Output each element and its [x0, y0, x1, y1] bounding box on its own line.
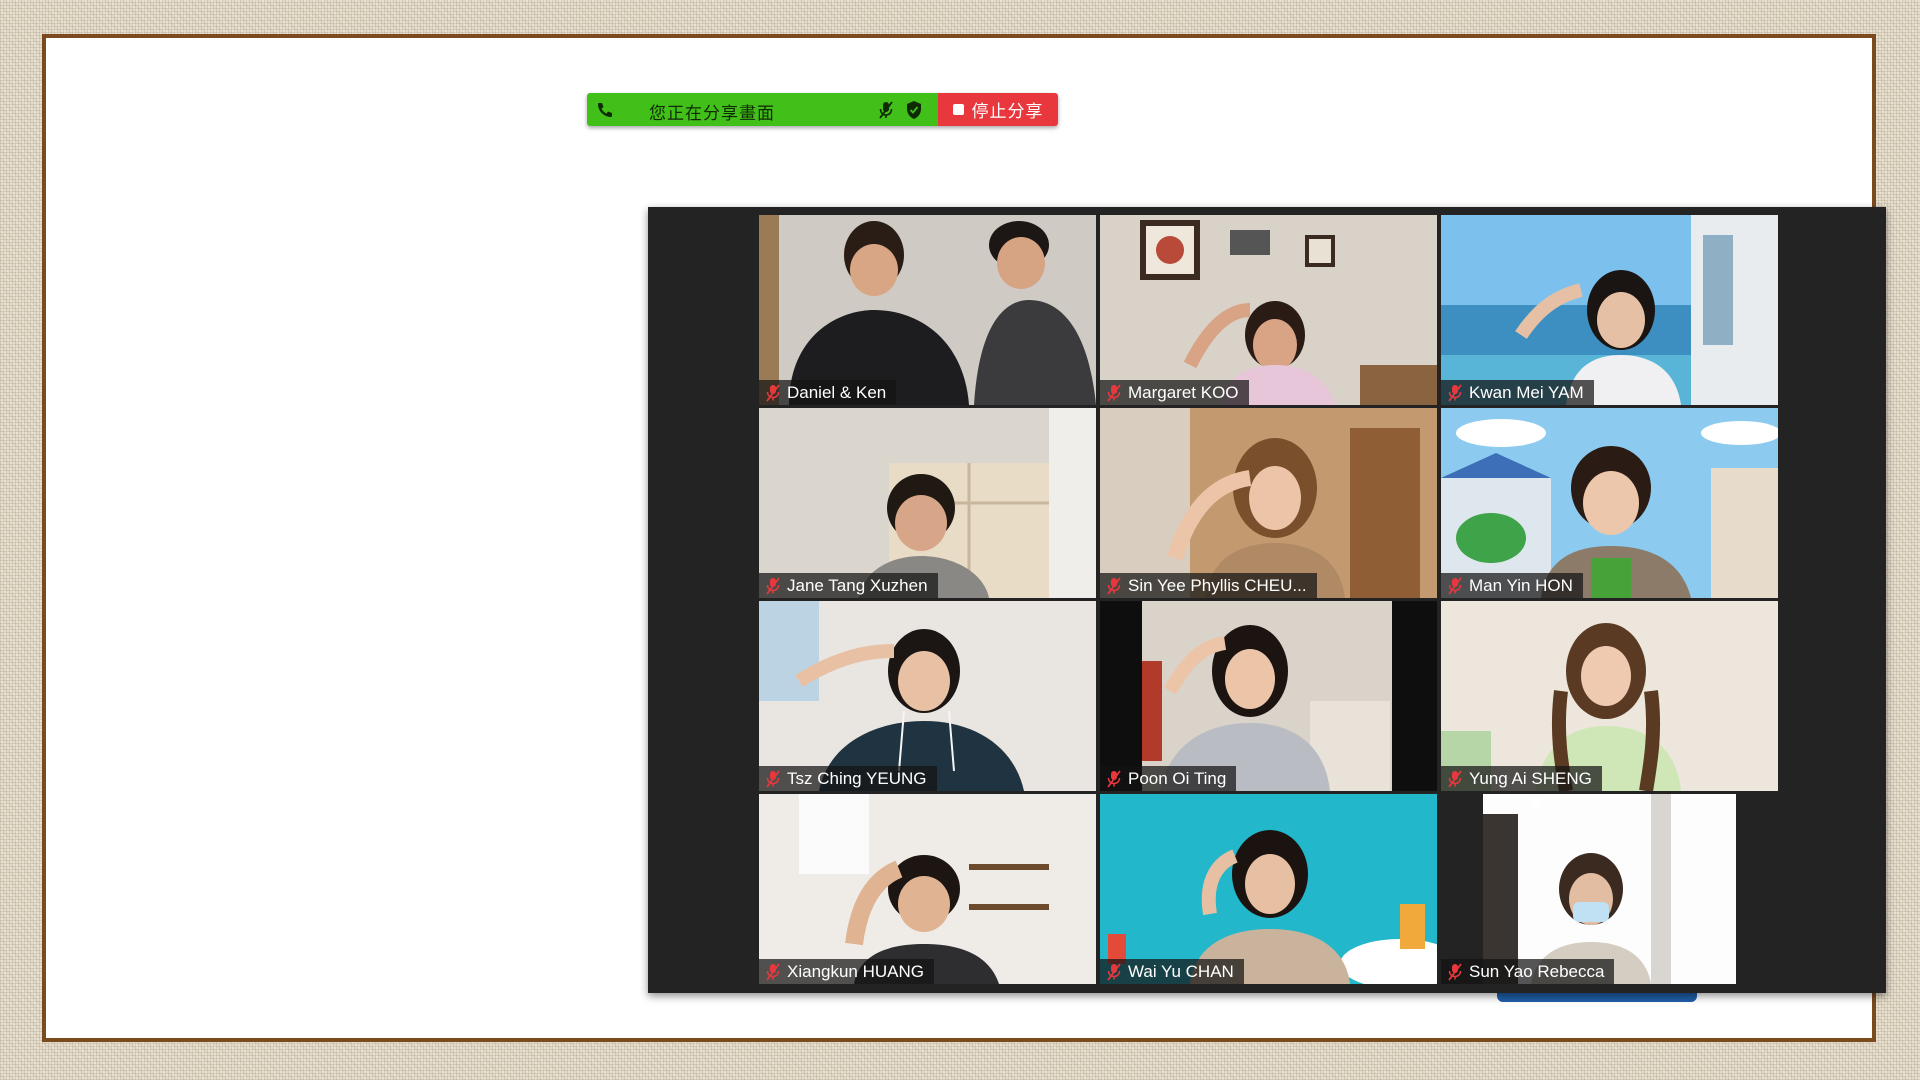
participant-name-tag: Jane Tang Xuzhen [759, 573, 938, 598]
mic-muted-icon [1107, 383, 1121, 402]
video-feed [1441, 601, 1778, 791]
mic-muted-icon [1448, 383, 1462, 402]
video-feed [1100, 601, 1437, 791]
video-feed [759, 794, 1096, 984]
stop-share-button[interactable]: 停止分享 [938, 93, 1058, 126]
participant-name: Sin Yee Phyllis CHEU... [1128, 575, 1307, 595]
participant-name-tag: Kwan Mei YAM [1441, 380, 1594, 405]
participant-name-tag: Tsz Ching YEUNG [759, 766, 937, 791]
video-feed [759, 215, 1096, 405]
video-feed [1100, 408, 1437, 598]
video-tile[interactable]: Yung Ai SHENG [1441, 601, 1778, 791]
mic-muted-icon[interactable] [877, 100, 895, 120]
participant-name: Kwan Mei YAM [1469, 382, 1584, 402]
mic-muted-icon [1448, 576, 1462, 595]
zoom-gallery-window: Daniel & Ken Margaret KOO Kwan Mei YAM J… [648, 207, 1886, 993]
mic-muted-icon [1448, 769, 1462, 788]
participant-name-tag: Wai Yu CHAN [1100, 959, 1244, 984]
participant-name: Margaret KOO [1128, 382, 1239, 402]
video-tile[interactable]: Sun Yao Rebecca [1441, 794, 1778, 984]
video-tile[interactable]: Sin Yee Phyllis CHEU... [1100, 408, 1437, 598]
mic-muted-icon [1448, 962, 1462, 981]
participant-name: Tsz Ching YEUNG [787, 768, 927, 788]
video-tile[interactable]: Xiangkun HUANG [759, 794, 1096, 984]
participant-name-tag: Man Yin HON [1441, 573, 1583, 598]
participant-name: Xiangkun HUANG [787, 961, 925, 981]
participant-name-tag: Poon Oi Ting [1100, 766, 1237, 791]
video-tile[interactable]: Man Yin HON [1441, 408, 1778, 598]
mic-muted-icon [766, 962, 780, 981]
phone-icon[interactable] [595, 100, 615, 120]
video-tile[interactable]: Tsz Ching YEUNG [759, 601, 1096, 791]
mic-muted-icon [1107, 769, 1121, 788]
video-feed [1100, 794, 1437, 984]
video-tile[interactable]: Daniel & Ken [759, 215, 1096, 405]
stop-square-icon [952, 104, 964, 115]
mic-muted-icon [1107, 576, 1121, 595]
mic-muted-icon [766, 383, 780, 402]
share-toolbar: 您正在分享畫面 停止分享 [587, 93, 1058, 126]
video-tile[interactable]: Poon Oi Ting [1100, 601, 1437, 791]
video-tile[interactable]: Kwan Mei YAM [1441, 215, 1778, 405]
video-feed [1441, 408, 1778, 598]
participant-name-tag: Sun Yao Rebecca [1441, 959, 1615, 984]
stop-share-label: 停止分享 [971, 102, 1044, 122]
participant-name: Wai Yu CHAN [1128, 961, 1234, 981]
participant-name: Daniel & Ken [787, 382, 887, 402]
mic-muted-icon [1107, 962, 1121, 981]
sharing-status-bar[interactable]: 您正在分享畫面 [587, 93, 938, 126]
video-feed [759, 408, 1096, 598]
mic-muted-icon [766, 576, 780, 595]
participant-name-tag: Xiangkun HUANG [759, 959, 935, 984]
video-feed [1441, 794, 1778, 984]
participant-name: Yung Ai SHENG [1469, 768, 1592, 788]
participant-name-tag: Sin Yee Phyllis CHEU... [1100, 573, 1317, 598]
video-tile[interactable]: Jane Tang Xuzhen [759, 408, 1096, 598]
shield-check-icon[interactable] [905, 100, 923, 120]
gallery-grid: Daniel & Ken Margaret KOO Kwan Mei YAM J… [759, 215, 1779, 991]
participant-name: Jane Tang Xuzhen [787, 575, 928, 595]
participant-name-tag: Daniel & Ken [759, 380, 897, 405]
video-feed [1441, 215, 1778, 405]
participant-name: Man Yin HON [1469, 575, 1573, 595]
video-feed [759, 601, 1096, 791]
participant-name-tag: Yung Ai SHENG [1441, 766, 1602, 791]
mic-muted-icon [766, 769, 780, 788]
video-tile[interactable]: Wai Yu CHAN [1100, 794, 1437, 984]
participant-name-tag: Margaret KOO [1100, 380, 1249, 405]
video-tile[interactable]: Margaret KOO [1100, 215, 1437, 405]
sharing-status-text: 您正在分享畫面 [649, 104, 775, 124]
participant-name: Poon Oi Ting [1128, 768, 1227, 788]
participant-name: Sun Yao Rebecca [1469, 961, 1605, 981]
video-feed [1100, 215, 1437, 405]
